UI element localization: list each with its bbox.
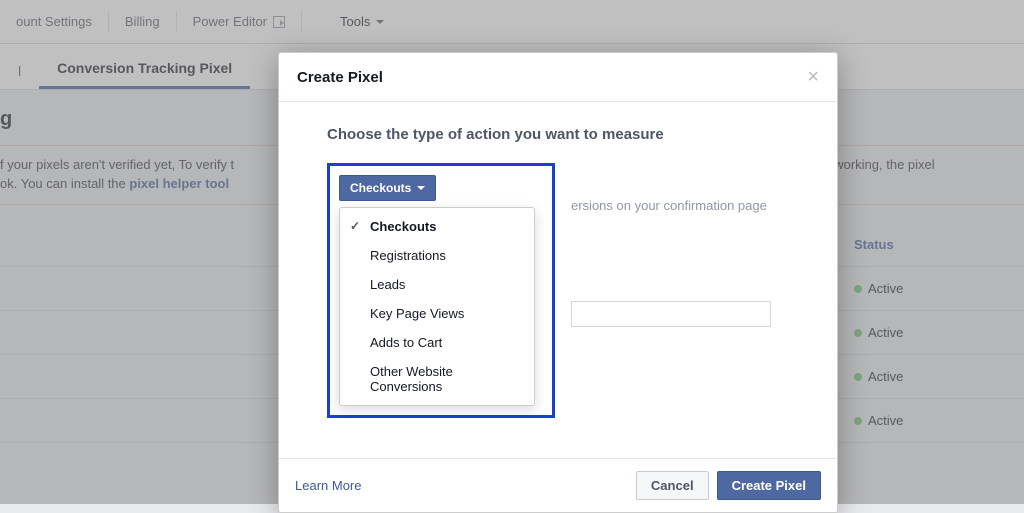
category-hint-text: ersions on your confirmation page (571, 198, 767, 213)
modal-header: Create Pixel × (279, 53, 837, 102)
dropdown-option-leads[interactable]: Leads (340, 270, 534, 299)
close-icon[interactable]: × (807, 67, 819, 87)
dropdown-option-adds-to-cart[interactable]: Adds to Cart (340, 328, 534, 357)
modal-title: Create Pixel (297, 69, 383, 86)
modal-subtitle: Choose the type of action you want to me… (327, 126, 789, 143)
category-dropdown-menu: Checkouts Registrations Leads Key Page V… (339, 207, 535, 406)
cancel-button[interactable]: Cancel (636, 471, 709, 500)
create-pixel-button[interactable]: Create Pixel (717, 471, 821, 500)
dropdown-option-checkouts[interactable]: Checkouts (340, 212, 534, 241)
dropdown-option-key-page-views[interactable]: Key Page Views (340, 299, 534, 328)
pixel-name-input[interactable] (571, 301, 771, 327)
create-pixel-modal: Create Pixel × Choose the type of action… (278, 52, 838, 513)
modal-body: Choose the type of action you want to me… (279, 102, 837, 458)
category-dropdown-button[interactable]: Checkouts (339, 175, 436, 201)
dropdown-option-other-website-conversions[interactable]: Other Website Conversions (340, 357, 534, 401)
learn-more-link[interactable]: Learn More (295, 478, 361, 493)
dropdown-option-registrations[interactable]: Registrations (340, 241, 534, 270)
category-highlight-box: Checkouts Checkouts Registrations Leads … (327, 163, 555, 418)
